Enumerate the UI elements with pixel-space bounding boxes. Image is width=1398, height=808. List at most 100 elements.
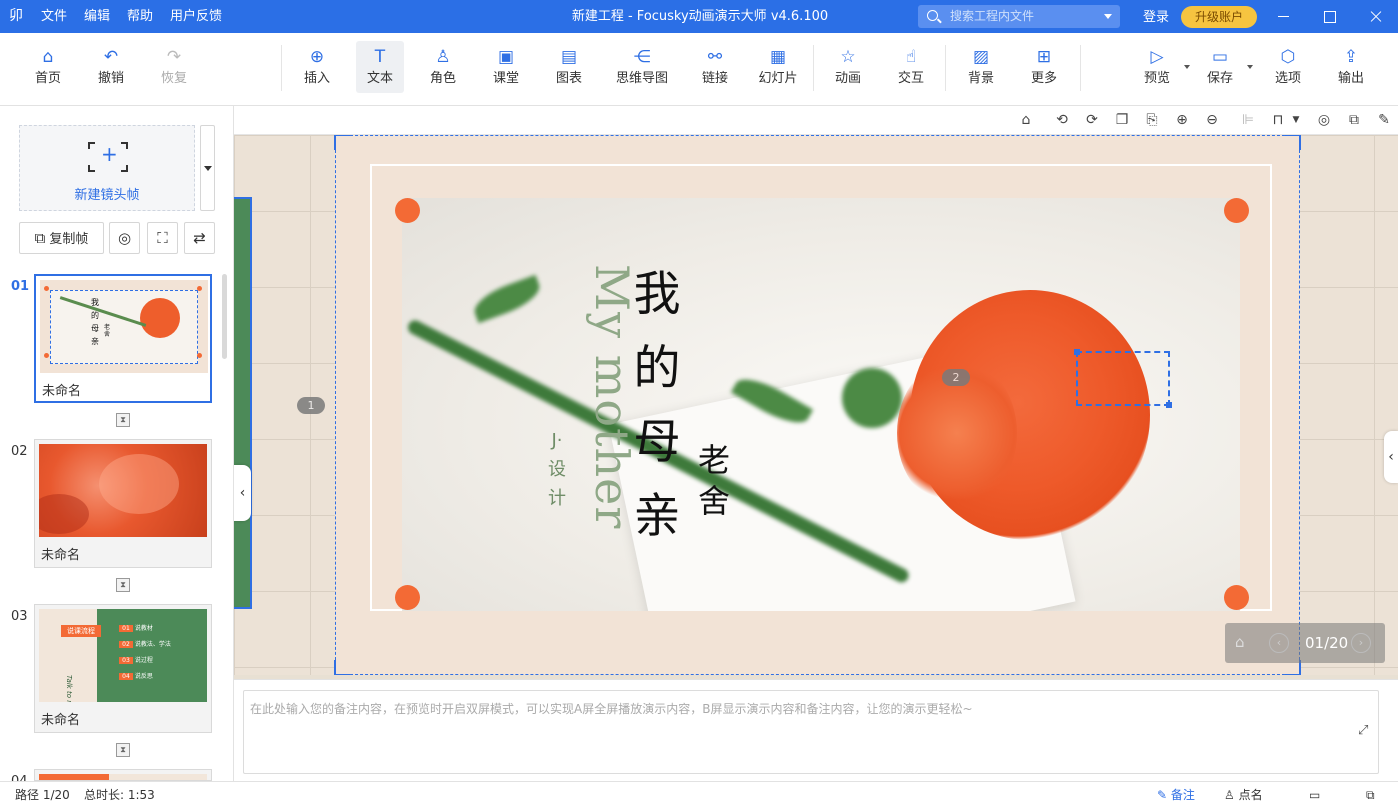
transition-icon[interactable]: ⧗ [116,578,130,592]
frame-card-4[interactable] [34,769,212,781]
thumb-side-text: Talk to me [65,675,73,702]
frame-card-2[interactable]: 未命名 [34,439,212,568]
transition-icon[interactable]: ⧗ [116,743,130,757]
camera-icon[interactable]: ◎ [1315,111,1333,129]
toolbar-divider [945,45,946,91]
maximize-button[interactable] [1306,0,1352,33]
star-icon: ☆ [840,47,856,67]
undo-button[interactable]: ↶ 撤销 [82,41,140,93]
menu-file[interactable]: 文件 [41,0,67,33]
search-placeholder: 搜索工程内文件 [950,9,1035,23]
link-icon: ⚯ [707,47,723,67]
screen-toggle-icon[interactable]: ▭ [1309,782,1320,808]
frame-pin-1[interactable]: 1 [297,397,325,414]
notes-input[interactable]: 在此处输入您的备注内容，在预览时开启双屏模式，可以实现A屏全屏播放演示内容，B屏… [243,690,1379,774]
snapshot-button[interactable]: ◎ [109,222,140,254]
preview-button[interactable]: ▷ 预览 [1128,41,1190,93]
frame-card-1[interactable]: 我 的 母 亲 老 舍 未命名 [34,274,212,403]
new-frame-dropdown[interactable] [200,125,215,211]
mindmap-button[interactable]: ⋲ 思维导图 [610,41,674,93]
options-button[interactable]: ⬡ 选项 [1259,41,1317,93]
canvas-toolbar: ⌂ ⟲ ⟳ ❐ ⎘ ⊕ ⊖ ⊫ ⊓ ▼ ◎ ⧉ ✎ [234,106,1398,135]
stage[interactable]: ‹ My mother 我 的 母 亲 老 舍 J· 设 计 2 1 ‹ ⌂ ‹… [234,135,1398,675]
window-toggle-icon[interactable]: ⧉ [1366,782,1375,808]
notes-edit-icon: ✎ [1157,788,1168,802]
menu-feedback[interactable]: 用户反馈 [170,0,222,33]
menu-edit[interactable]: 编辑 [84,0,110,33]
copy-element-icon[interactable]: ❐ [1113,111,1131,129]
home-button[interactable]: ⌂ 首页 [19,41,77,93]
transition-icon[interactable]: ⧗ [116,413,130,427]
rollcall-button[interactable]: ♙ 点名 [1224,782,1263,808]
expand-notes-icon[interactable]: ⤢ [1358,723,1372,738]
pager-prev-icon[interactable]: ‹ [1269,633,1289,653]
preview-caret-icon[interactable] [1184,65,1190,69]
design-text[interactable]: J· 设 计 [545,426,569,513]
animation-button[interactable]: ☆ 动画 [819,41,877,93]
adjacent-frame-edge[interactable] [234,197,252,609]
notes-toggle-label: 备注 [1170,788,1195,802]
rotate-right-icon[interactable]: ⟳ [1083,111,1101,129]
login-link[interactable]: 登录 [1143,0,1169,35]
more-button[interactable]: ⊞ 更多 [1015,41,1073,93]
screenshot-icon[interactable]: ⧉ [1345,111,1363,129]
redo-button[interactable]: ↷ 恢复 [145,41,203,93]
interaction-label: 交互 [897,71,924,86]
menu-help[interactable]: 帮助 [127,0,153,33]
frame-number: 02 [11,444,28,459]
interaction-button[interactable]: ☝ 交互 [882,41,940,93]
undo-icon: ↶ [103,47,119,67]
classroom-button[interactable]: ▣ 课堂 [477,41,535,93]
lock-caret-icon[interactable]: ▼ [1287,111,1305,129]
sidebar-scrollbar[interactable] [222,274,227,359]
frame-name: 未命名 [41,548,81,563]
paste-element-icon[interactable]: ⎘ [1143,111,1161,129]
notes-toggle[interactable]: ✎ 备注 [1157,782,1195,808]
search-input[interactable]: 搜索工程内文件 [918,5,1120,28]
close-button[interactable] [1352,0,1398,33]
edit-icon[interactable]: ✎ [1375,111,1393,129]
search-dropdown-icon[interactable] [1104,14,1112,19]
export-button[interactable]: ⇪ 输出 [1322,41,1380,93]
lock-icon[interactable]: ⊓ [1269,111,1287,129]
thumb-sub-char: 老 [104,324,111,331]
collapse-left-icon[interactable]: ‹ [234,465,251,521]
zoom-in-icon[interactable]: ⊕ [1173,111,1191,129]
pager-next-icon[interactable]: › [1351,633,1371,653]
frame-pin-2[interactable]: 2 [942,369,970,386]
save-caret-icon[interactable] [1247,65,1253,69]
frame-card-3[interactable]: 说课流程 Talk to me 01 说教材 02 说教法、学法 03 说过程 … [34,604,212,733]
swap-frame-button[interactable]: ⇄ [184,222,215,254]
fit-frame-button[interactable]: ⛶ [147,222,178,254]
home-view-icon[interactable]: ⌂ [1017,111,1035,129]
title-text[interactable]: 我 的 母 亲 [627,258,687,554]
author-text[interactable]: 老 舍 [694,440,734,522]
new-frame-button[interactable]: + 新建镜头帧 [19,125,195,211]
rotate-left-icon[interactable]: ⟲ [1053,111,1071,129]
author-char: 舍 [697,482,730,520]
text-button[interactable]: T 文本 [356,41,404,93]
current-slide[interactable]: My mother 我 的 母 亲 老 舍 J· 设 计 2 [334,135,1301,675]
role-button[interactable]: ♙ 角色 [414,41,472,93]
thumb-item-num: 03 [119,657,133,664]
align-icon[interactable]: ⊫ [1239,111,1257,129]
slideshow-button[interactable]: ▦ 幻灯片 [749,41,807,93]
link-button[interactable]: ⚯ 链接 [686,41,744,93]
frame-2-region[interactable] [1074,349,1172,408]
insert-button[interactable]: ⊕ 插入 [288,41,346,93]
upgrade-button[interactable]: 升级账户 [1181,6,1257,28]
selection-handle[interactable] [1285,135,1301,150]
chart-button[interactable]: ▤ 图表 [540,41,598,93]
background-button[interactable]: ▨ 背景 [952,41,1010,93]
zoom-out-icon[interactable]: ⊖ [1203,111,1221,129]
link-label: 链接 [701,71,728,86]
copy-frame-button[interactable]: ⧉ 复制帧 [19,222,104,254]
collapse-right-icon[interactable]: ‹ [1384,431,1398,483]
minimize-button[interactable] [1260,0,1306,33]
title-char: 母 [633,415,681,470]
selection-handle[interactable] [334,660,350,675]
pager-home-icon[interactable]: ⌂ [1235,633,1253,651]
mindmap-label: 思维导图 [615,71,668,86]
save-button[interactable]: ▭ 保存 [1191,41,1253,93]
selection-handle[interactable] [334,135,350,150]
